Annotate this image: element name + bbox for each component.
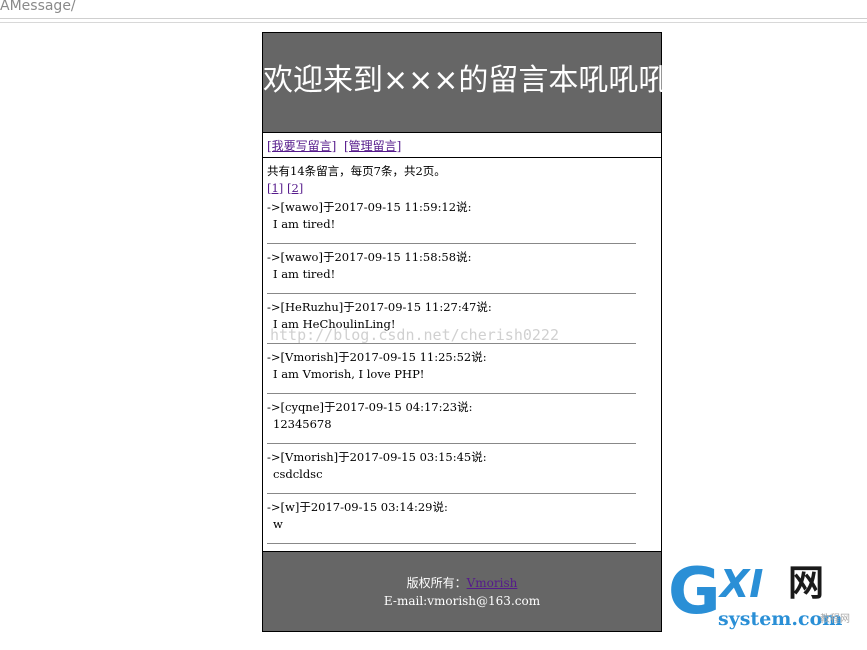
message-body: I am tired! bbox=[273, 217, 336, 231]
message-body: csdcldsc bbox=[273, 467, 323, 481]
message-body: w bbox=[273, 517, 283, 531]
pagination: [1] [2] bbox=[267, 181, 303, 195]
page-link-2[interactable]: [2] bbox=[287, 181, 303, 195]
write-message-link[interactable]: [我要写留言] bbox=[267, 137, 336, 154]
author-link[interactable]: Vmorish bbox=[467, 576, 518, 590]
list-item: ->[wawo]于2017-09-15 11:59:12说: I am tire… bbox=[267, 199, 636, 244]
logo-xi: XI bbox=[720, 562, 764, 606]
copyright-line: 版权所有：Vmorish bbox=[263, 574, 661, 591]
list-item: ->[w]于2017-09-15 03:14:29说: w bbox=[267, 499, 636, 544]
list-item: ->[Vmorish]于2017-09-15 03:15:45说: csdcld… bbox=[267, 449, 636, 494]
csdn-watermark: http://blog.csdn.net/cherish0222 bbox=[270, 326, 559, 344]
nav-bar: [我要写留言] [管理留言] bbox=[263, 133, 661, 158]
message-header: ->[Vmorish]于2017-09-15 03:15:45说: bbox=[267, 450, 487, 464]
message-header: ->[wawo]于2017-09-15 11:58:58说: bbox=[267, 250, 472, 264]
message-header: ->[HeRuzhu]于2017-09-15 11:27:47说: bbox=[267, 300, 492, 314]
manage-messages-link[interactable]: [管理留言] bbox=[344, 137, 401, 154]
logo-g: G bbox=[668, 555, 721, 629]
contact-email: E-mail:vmorish@163.com bbox=[383, 594, 541, 608]
message-body: 12345678 bbox=[273, 417, 332, 431]
message-header: ->[Vmorish]于2017-09-15 11:25:52说: bbox=[267, 350, 487, 364]
list-item: ->[cyqne]于2017-09-15 04:17:23说: 12345678 bbox=[267, 399, 636, 444]
message-summary: 共有14条留言，每页7条，共2页。 bbox=[267, 164, 446, 178]
message-header: ->[wawo]于2017-09-15 11:59:12说: bbox=[267, 200, 472, 214]
message-header: ->[w]于2017-09-15 03:14:29说: bbox=[267, 500, 448, 514]
address-bar[interactable]: AMessage/ bbox=[0, 0, 867, 19]
site-logo: G XI 网 system.com 教程网 bbox=[668, 560, 863, 640]
message-body: I am tired! bbox=[273, 267, 336, 281]
list-item: ->[Vmorish]于2017-09-15 11:25:52说: I am V… bbox=[267, 349, 636, 394]
page-title: 欢迎来到×××的留言本吼吼吼 bbox=[263, 63, 669, 98]
address-text[interactable]: AMessage/ bbox=[0, 0, 76, 14]
copyright-label: 版权所有： bbox=[406, 576, 467, 590]
page-footer: 版权所有：Vmorish E-mail:vmorish@163.com bbox=[263, 551, 661, 631]
message-body: I am Vmorish, I love PHP! bbox=[273, 367, 425, 381]
logo-wang: 网 bbox=[788, 563, 825, 604]
toolbar-divider bbox=[0, 22, 867, 23]
list-item: ->[wawo]于2017-09-15 11:58:58说: I am tire… bbox=[267, 249, 636, 294]
message-list: 共有14条留言，每页7条，共2页。 [1] [2] ->[wawo]于2017-… bbox=[263, 158, 661, 551]
page-link-1[interactable]: [1] bbox=[267, 181, 283, 195]
message-header: ->[cyqne]于2017-09-15 04:17:23说: bbox=[267, 400, 473, 414]
logo-tagline: 教程网 bbox=[820, 614, 850, 625]
page-header: 欢迎来到×××的留言本吼吼吼 bbox=[263, 33, 669, 133]
